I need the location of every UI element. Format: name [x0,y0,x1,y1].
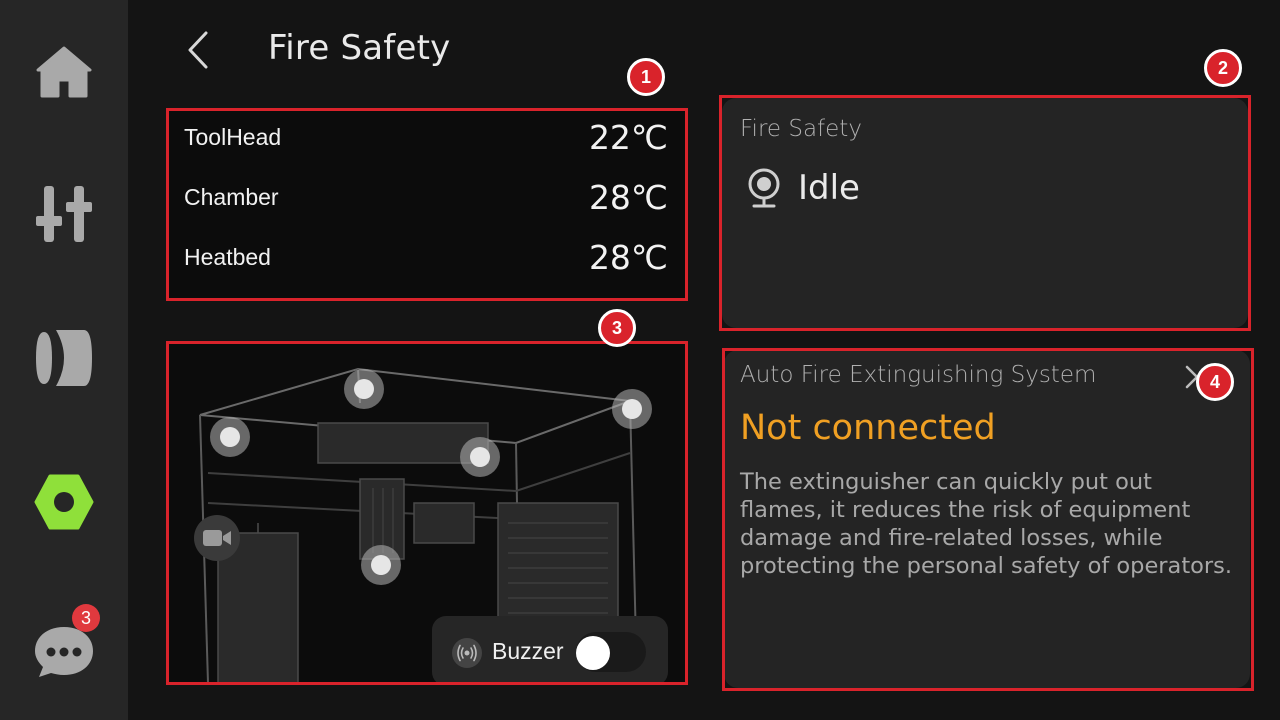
annotation-box-3 [166,341,688,685]
annotation-marker: 4 [1196,363,1234,401]
sliders-icon [36,186,92,242]
back-button[interactable] [178,28,218,72]
annotation-box-2 [719,95,1251,331]
sidebar: 3 [0,0,128,720]
nav-settings[interactable] [28,466,100,538]
annotation-marker: 2 [1204,49,1242,87]
annotation-box-1 [166,108,688,301]
annotation-box-4 [722,348,1254,691]
nav-home[interactable] [28,36,100,108]
annotation-marker: 1 [627,58,665,96]
filament-icon [36,330,92,386]
annotation-marker: 3 [598,309,636,347]
hex-nut-icon [34,474,94,530]
page-title: Fire Safety [268,28,451,68]
chevron-left-icon [188,31,208,69]
nav-filament[interactable] [28,322,100,394]
nav-controls[interactable] [28,178,100,250]
nav-messages[interactable]: 3 [28,604,100,686]
home-icon [36,46,92,98]
message-count-badge: 3 [72,604,100,632]
